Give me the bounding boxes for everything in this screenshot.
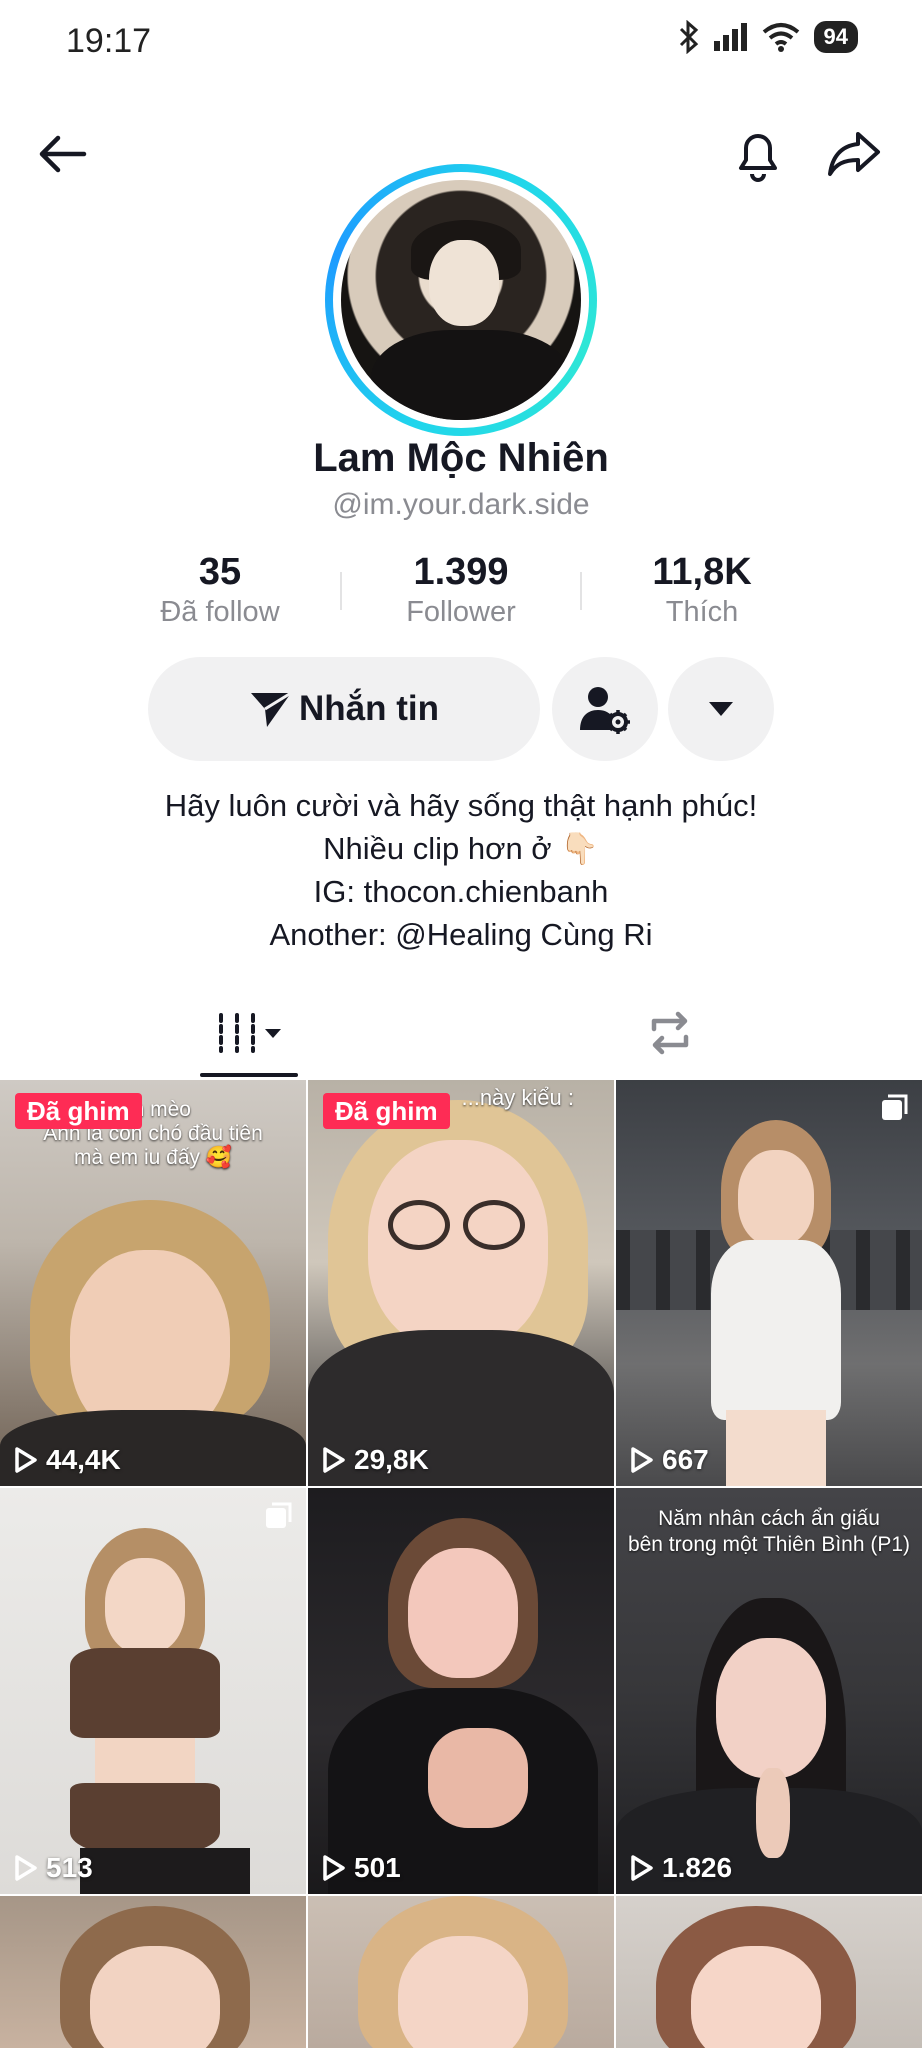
video-thumbnail[interactable]: 501 bbox=[308, 1488, 614, 1894]
video-thumbnail[interactable]: ...này kiểu : Đã ghim 29,8K bbox=[308, 1080, 614, 1486]
bluetooth-icon bbox=[678, 20, 700, 54]
notification-button[interactable] bbox=[726, 122, 790, 186]
grid-sort-icon bbox=[219, 1013, 281, 1053]
bio-line-instagram: IG: thocon.chienbanh bbox=[313, 874, 609, 909]
tab-reposts[interactable] bbox=[620, 990, 720, 1076]
bio-line: Hãy luôn cười và hãy sống thật hạnh phúc… bbox=[164, 788, 758, 823]
avatar-story-ring[interactable] bbox=[325, 164, 597, 436]
view-count: 501 bbox=[322, 1852, 401, 1884]
play-icon bbox=[631, 1447, 653, 1473]
back-button[interactable] bbox=[30, 122, 94, 186]
multi-photo-icon bbox=[882, 1094, 908, 1120]
play-icon bbox=[323, 1855, 345, 1881]
bio-line-another[interactable]: Another: @Healing Cùng Ri bbox=[0, 913, 922, 956]
username: @im.your.dark.side bbox=[332, 488, 590, 521]
user-settings-icon bbox=[580, 687, 630, 734]
avatar bbox=[341, 180, 581, 420]
pinned-badge: Đã ghim bbox=[323, 1093, 450, 1129]
view-count: 29,8K bbox=[322, 1444, 429, 1476]
view-count: 44,4K bbox=[14, 1444, 121, 1476]
profile-stats: 35 Đã follow 1.399 Follower 11,8K Thích bbox=[0, 550, 922, 630]
stat-followers[interactable]: 1.399 Follower bbox=[341, 550, 581, 630]
video-thumbnail[interactable]: ...h mèo Anh là con chó đầu tiên mà em i… bbox=[0, 1080, 306, 1486]
video-thumbnail[interactable]: 667 bbox=[616, 1080, 922, 1486]
video-caption: Năm nhân cách ẩn giấu bên trong một Thiê… bbox=[627, 1507, 911, 1556]
play-icon bbox=[15, 1855, 37, 1881]
view-count: 513 bbox=[14, 1852, 93, 1884]
status-time: 19:17 bbox=[66, 22, 152, 60]
share-icon bbox=[828, 132, 880, 176]
tab-videos[interactable] bbox=[200, 990, 300, 1076]
display-name: Lam Mộc Nhiên bbox=[313, 436, 609, 480]
stat-following[interactable]: 35 Đã follow bbox=[100, 550, 340, 630]
view-count: 667 bbox=[630, 1444, 709, 1476]
multi-photo-icon bbox=[266, 1502, 292, 1528]
bell-icon bbox=[739, 134, 777, 182]
caret-down-icon bbox=[709, 702, 733, 716]
send-icon bbox=[251, 691, 292, 727]
tab-active-indicator bbox=[200, 1073, 298, 1077]
status-icons: 94 bbox=[678, 20, 858, 54]
video-thumbnail[interactable]: Năm nhân cách ẩn giấu bên trong một Thiê… bbox=[616, 1488, 922, 1894]
share-button[interactable] bbox=[822, 122, 886, 186]
message-button-label: Nhắn tin bbox=[299, 689, 439, 728]
profile-tabs bbox=[0, 990, 922, 1076]
video-thumbnail[interactable] bbox=[0, 1896, 306, 2048]
bio-line: Nhiều clip hơn ở 👇🏻 bbox=[323, 831, 599, 866]
video-thumbnail[interactable] bbox=[616, 1896, 922, 2048]
more-dropdown-button[interactable] bbox=[668, 657, 774, 761]
battery-indicator: 94 bbox=[813, 21, 858, 53]
video-thumbnail[interactable]: 513 bbox=[0, 1488, 306, 1894]
status-bar: 19:17 94 bbox=[0, 0, 922, 84]
signal-icon bbox=[713, 23, 748, 51]
repost-icon bbox=[651, 1011, 689, 1055]
view-count: 1.826 bbox=[630, 1852, 732, 1884]
back-arrow-icon bbox=[39, 135, 87, 173]
play-icon bbox=[631, 1855, 653, 1881]
stat-likes[interactable]: 11,8K Thích bbox=[582, 550, 822, 630]
play-icon bbox=[323, 1447, 345, 1473]
wifi-icon bbox=[762, 22, 800, 52]
play-icon bbox=[15, 1447, 37, 1473]
friend-settings-button[interactable] bbox=[552, 657, 658, 761]
video-thumbnail[interactable] bbox=[308, 1896, 614, 2048]
bio: Hãy luôn cười và hãy sống thật hạnh phúc… bbox=[0, 784, 922, 956]
pinned-badge: Đã ghim bbox=[15, 1093, 142, 1129]
message-button[interactable]: Nhắn tin bbox=[148, 657, 540, 761]
